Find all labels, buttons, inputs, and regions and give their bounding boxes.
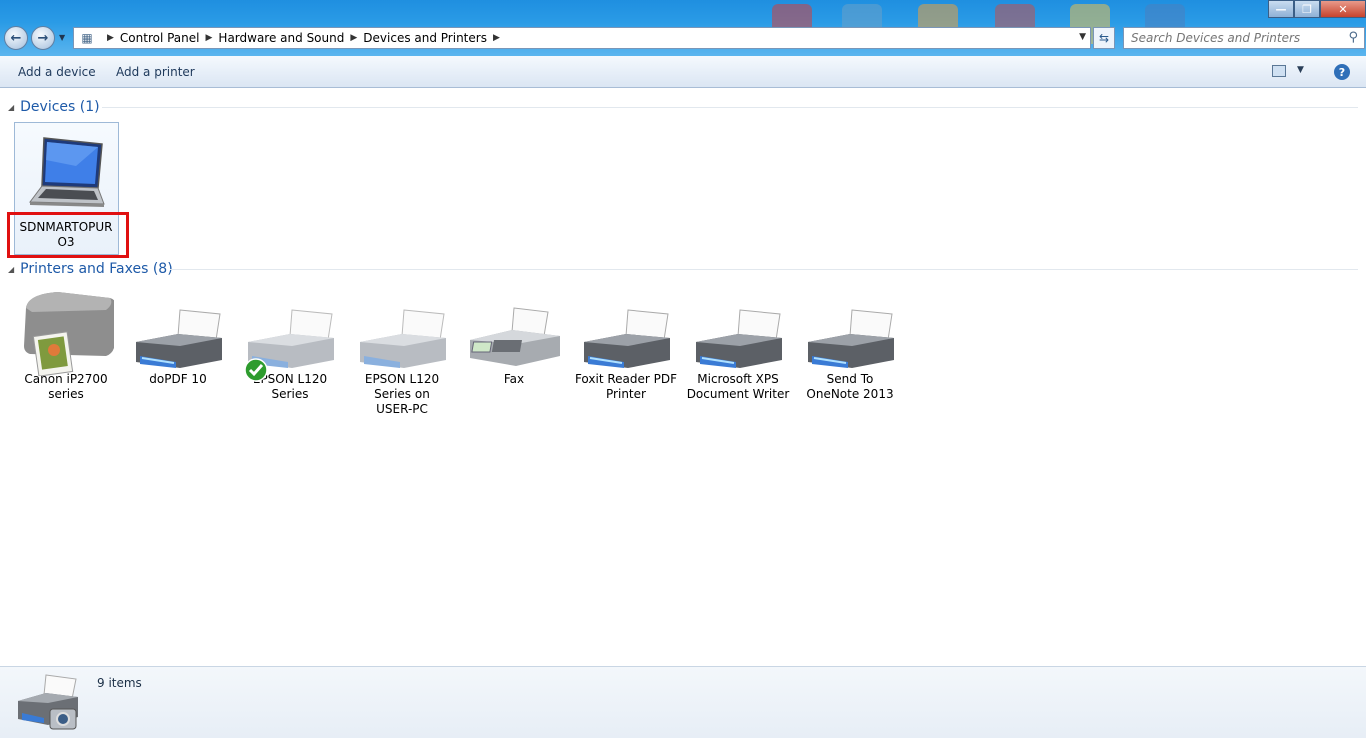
printer-icon (354, 306, 450, 372)
printer-item-canon[interactable]: Canon iP2700 series (14, 290, 118, 402)
printer-name-line1: Fax (503, 372, 525, 386)
address-bar[interactable]: ▦ ▶ Control Panel ▶ Hardware and Sound ▶… (73, 27, 1091, 49)
device-item-computer[interactable] (14, 130, 118, 212)
printer-name-line2: Printer (606, 387, 646, 401)
breadcrumb-hardware-and-sound[interactable]: Hardware and Sound (218, 31, 344, 45)
fax-icon (466, 306, 562, 372)
breadcrumb-arrow-icon[interactable]: ▶ (493, 33, 500, 43)
printer-name-line1: Send To (826, 372, 874, 386)
printer-icon (130, 306, 226, 372)
default-printer-check-icon (244, 358, 268, 382)
maximize-button[interactable]: ❐ (1294, 0, 1320, 18)
printer-name-line2: series (48, 387, 84, 401)
breadcrumb-devices-and-printers[interactable]: Devices and Printers (363, 31, 487, 45)
help-icon[interactable]: ? (1334, 64, 1350, 80)
command-bar: Add a device Add a printer ▼ ? (0, 56, 1366, 88)
inkjet-printer-icon (18, 290, 117, 377)
breadcrumb-arrow-icon[interactable]: ▶ (107, 33, 114, 43)
printer-item-microsoft-xps[interactable]: Microsoft XPS Document Writer (686, 306, 790, 402)
highlight-annotation (7, 212, 129, 258)
minimize-button[interactable]: — (1268, 0, 1294, 18)
printer-name-line2: Document Writer (686, 387, 790, 401)
printers-group-title: Printers and Faxes (8) (20, 261, 173, 277)
search-box[interactable]: ⚲ (1123, 27, 1365, 49)
view-options-dropdown-icon[interactable]: ▼ (1297, 65, 1304, 75)
printer-name-line1: EPSON L120 (364, 372, 440, 386)
printer-item-onenote[interactable]: Send To OneNote 2013 (798, 306, 902, 402)
back-button[interactable]: ← (4, 26, 28, 50)
status-bar: 9 items (0, 666, 1366, 738)
window-title-bar: — ❐ ✕ ← → ▼ ▦ ▶ Control Panel ▶ Hardware… (0, 0, 1366, 56)
laptop-icon (18, 130, 114, 212)
address-dropdown-icon[interactable]: ▼ (1079, 32, 1086, 42)
collapse-triangle-icon[interactable]: ◢ (8, 265, 14, 274)
devices-group-title: Devices (1) (20, 99, 100, 115)
printer-name-line3: USER-PC (376, 402, 428, 416)
close-button[interactable]: ✕ (1320, 0, 1366, 18)
printer-name-line2: Series (271, 387, 309, 401)
recent-pages-dropdown[interactable]: ▼ (59, 33, 69, 43)
add-printer-button[interactable]: Add a printer (116, 65, 195, 79)
control-panel-icon: ▦ (81, 31, 93, 45)
refresh-button[interactable]: ⇆ (1093, 27, 1115, 49)
search-icon[interactable]: ⚲ (1348, 30, 1358, 45)
printer-name-line1: Microsoft XPS (697, 372, 779, 386)
add-device-button[interactable]: Add a device (18, 65, 96, 79)
search-input[interactable] (1124, 28, 1334, 48)
printer-icon (690, 306, 786, 372)
printer-item-fax[interactable]: Fax (462, 306, 566, 387)
printer-item-dopdf[interactable]: doPDF 10 (126, 306, 230, 387)
breadcrumb-arrow-icon[interactable]: ▶ (206, 33, 213, 43)
printer-name-line2: Series on (374, 387, 430, 401)
printer-item-epson-network[interactable]: EPSON L120 Series on USER-PC (350, 306, 454, 417)
collapse-triangle-icon[interactable]: ◢ (8, 103, 14, 112)
breadcrumb-arrow-icon[interactable]: ▶ (350, 33, 357, 43)
devices-and-printers-icon (18, 674, 78, 730)
printer-name-line2: OneNote 2013 (806, 387, 894, 401)
printer-icon (578, 306, 674, 372)
item-count: 9 items (97, 676, 142, 690)
group-divider (102, 107, 1358, 108)
change-view-icon[interactable] (1272, 65, 1286, 77)
printers-group-header[interactable]: ◢ Printers and Faxes (8) (8, 260, 173, 278)
printer-icon (802, 306, 898, 372)
window-controls: — ❐ ✕ (1268, 0, 1366, 18)
forward-button[interactable]: → (31, 26, 55, 50)
devices-group-header[interactable]: ◢ Devices (1) (8, 98, 100, 116)
printer-icon (242, 306, 338, 382)
printer-item-epson-default[interactable]: EPSON L120 Series (238, 306, 342, 402)
printer-name-line1: Foxit Reader PDF (574, 372, 678, 386)
printer-name-line1: doPDF 10 (149, 372, 207, 386)
group-divider (170, 269, 1358, 270)
breadcrumb-control-panel[interactable]: Control Panel (120, 31, 200, 45)
printer-item-foxit[interactable]: Foxit Reader PDF Printer (574, 306, 678, 402)
